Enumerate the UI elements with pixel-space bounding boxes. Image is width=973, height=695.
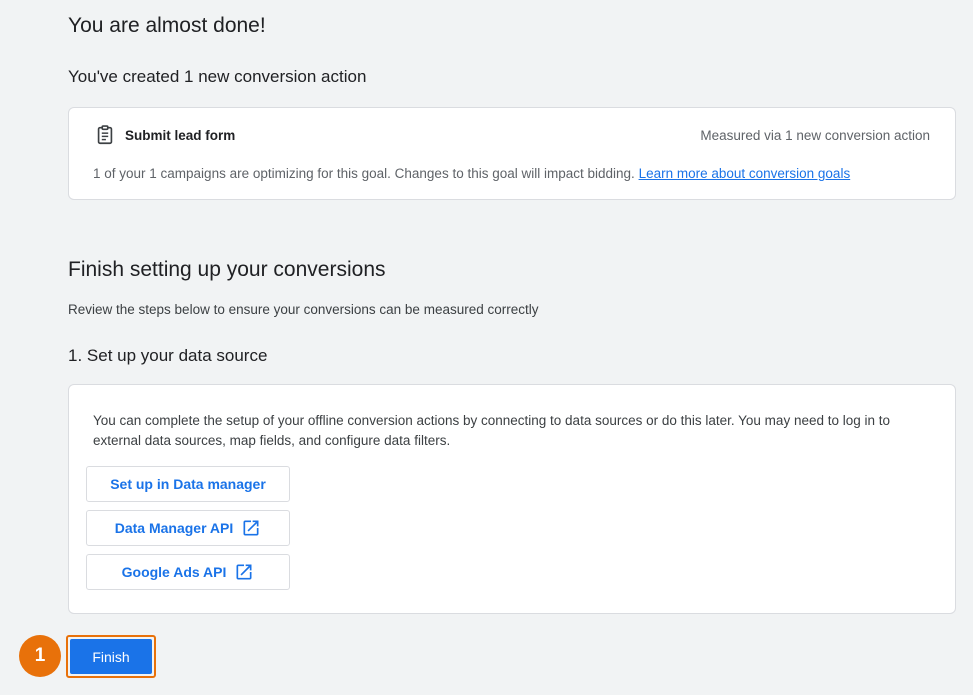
open-in-new-icon <box>241 518 261 538</box>
conversion-measured-text: Measured via 1 new conversion action <box>700 128 930 143</box>
open-in-new-icon <box>234 562 254 582</box>
data-manager-api-label: Data Manager API <box>114 520 234 536</box>
finish-button-highlight: Finish <box>66 635 156 678</box>
data-source-step-heading: 1. Set up your data source <box>68 346 268 365</box>
conversion-goal-description: 1 of your 1 campaigns are optimizing for… <box>93 166 850 181</box>
data-source-card: You can complete the setup of your offli… <box>68 384 956 614</box>
setup-data-manager-button[interactable]: Set up in Data manager <box>86 466 290 502</box>
step-number-badge: 1 <box>19 635 61 677</box>
page-title: You are almost done! <box>68 14 266 37</box>
finish-button[interactable]: Finish <box>70 639 152 674</box>
learn-more-conversion-goals-link[interactable]: Learn more about conversion goals <box>639 166 851 181</box>
conversion-goal-card: Submit lead form Measured via 1 new conv… <box>68 107 956 200</box>
data-source-description: You can complete the setup of your offli… <box>93 413 891 448</box>
goal-impact-text: 1 of your 1 campaigns are optimizing for… <box>93 166 635 181</box>
finish-setup-heading: Finish setting up your conversions <box>68 258 386 281</box>
data-manager-api-button[interactable]: Data Manager API <box>86 510 290 546</box>
clipboard-icon <box>94 124 116 146</box>
created-heading: You've created 1 new conversion action <box>68 67 367 86</box>
google-ads-api-label: Google Ads API <box>121 564 227 580</box>
setup-data-manager-label: Set up in Data manager <box>110 476 266 492</box>
google-ads-api-button[interactable]: Google Ads API <box>86 554 290 590</box>
conversion-goal-name: Submit lead form <box>125 128 236 143</box>
finish-setup-subtitle: Review the steps below to ensure your co… <box>68 302 539 317</box>
